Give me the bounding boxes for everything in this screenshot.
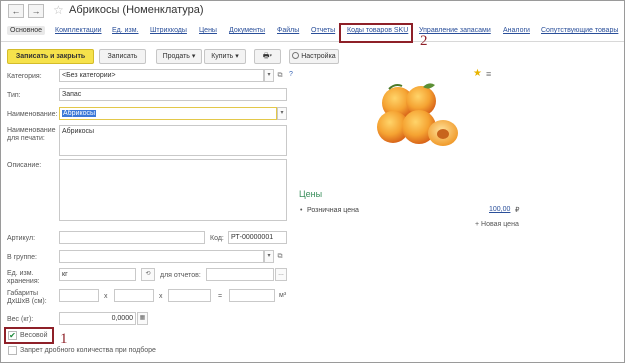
title-bar: ← → ☆ Абрикосы (Номенклатура) (1, 1, 624, 23)
type-field[interactable]: Запас (59, 88, 287, 101)
report-unit-select-button[interactable]: … (275, 268, 287, 281)
chevron-down-icon: ▾ (235, 53, 239, 60)
description-label: Описание: (7, 162, 42, 169)
tab-bar: Основное Комплектации Ед. изм. Штрихкоды… (1, 25, 624, 41)
sell-button[interactable]: Продать ▾ (156, 49, 202, 64)
annotation-number-2: 2 (420, 33, 428, 49)
tab-related-goods[interactable]: Сопутствующие товары (541, 27, 618, 34)
description-field[interactable] (59, 159, 287, 221)
fractional-ban-checkbox[interactable] (8, 346, 17, 355)
window-title: Абрикосы (Номенклатура) (69, 4, 204, 16)
name-dropdown-button[interactable]: ▾ (277, 107, 287, 120)
apricots-image (377, 83, 458, 146)
fractional-ban-label: Запрет дробного количества при подборе (20, 347, 156, 354)
prices-title: Цены (299, 189, 323, 199)
code-field[interactable]: РТ-00000001 (228, 231, 287, 244)
width-field[interactable] (114, 289, 154, 302)
currency-symbol: ₽ (515, 207, 520, 214)
ellipsis-icon: … (278, 271, 284, 277)
sell-label: Продать (162, 53, 190, 60)
star-icon[interactable]: ★ (473, 68, 482, 79)
tab-main[interactable]: Основное (7, 26, 46, 35)
settings-label: Настройка (301, 53, 336, 60)
tab-divider (1, 41, 624, 42)
name-field[interactable]: Абрикосы (59, 107, 277, 120)
tab-barcodes[interactable]: Штрихкоды (150, 27, 187, 34)
group-field[interactable] (59, 250, 264, 263)
annotation-box-1 (4, 327, 54, 344)
help-icon[interactable]: ? (289, 71, 293, 78)
tab-analogs[interactable]: Аналоги (503, 27, 530, 34)
tab-units[interactable]: Ед. изм. (112, 27, 139, 34)
chevron-down-icon: ▾ (267, 72, 271, 78)
length-field[interactable] (59, 289, 99, 302)
tab-files[interactable]: Файлы (277, 27, 299, 34)
window: ← → ☆ Абрикосы (Номенклатура) Основное К… (0, 0, 625, 363)
settings-button[interactable]: Настройка (289, 49, 339, 64)
group-dropdown-button[interactable]: ▾ (264, 250, 274, 263)
retail-price-value-link[interactable]: 100,00 (489, 206, 510, 213)
calculator-icon: ▦ (139, 315, 146, 321)
storage-unit-label: Ед. изм. хранения: (7, 270, 40, 285)
buy-button[interactable]: Купить ▾ (204, 49, 246, 64)
height-field[interactable] (168, 289, 211, 302)
type-label: Тип: (7, 92, 21, 99)
arrow-left-icon: ← (11, 6, 21, 16)
group-label: В группе: (7, 254, 37, 261)
dimensions-separator-1: x (104, 293, 108, 300)
name-value: Абрикосы (62, 110, 97, 117)
history-icon: ⟲ (145, 271, 151, 277)
storage-unit-field[interactable]: кг (59, 268, 136, 281)
weight-label: Вес (кг): (7, 316, 34, 323)
print-button[interactable]: 🖶▾ (254, 49, 281, 64)
report-unit-field[interactable] (206, 268, 274, 281)
report-unit-label: для отчетов: (160, 272, 201, 279)
tab-prices[interactable]: Цены (199, 27, 217, 34)
category-label: Категория: (7, 73, 42, 80)
annotation-number-1: 1 (60, 331, 68, 347)
volume-field[interactable] (229, 289, 275, 302)
retail-price-label: Розничная цена (307, 207, 359, 214)
tab-documents[interactable]: Документы (229, 27, 265, 34)
dimensions-equals: = (218, 293, 223, 300)
print-name-field[interactable]: Абрикосы (59, 125, 287, 156)
tab-reports[interactable]: Отчеты (311, 27, 335, 34)
category-open-link-icon[interactable]: ⧉ (275, 69, 285, 82)
article-label: Артикул: (7, 235, 36, 242)
calculator-button[interactable]: ▦ (137, 312, 148, 325)
buy-label: Купить (211, 53, 234, 60)
chevron-down-icon: ▾ (280, 110, 284, 116)
name-label: Наименование: (7, 111, 58, 118)
save-button[interactable]: Записать (99, 49, 146, 64)
price-bullet: • (300, 207, 303, 214)
tab-kits[interactable]: Комплектации (55, 27, 102, 34)
chevron-down-icon: ▾ (267, 253, 271, 259)
dimensions-separator-2: x (159, 293, 163, 300)
printer-icon: 🖶 (262, 53, 270, 60)
new-price-link[interactable]: + Новая цена (475, 221, 519, 228)
chevron-down-icon: ▾ (269, 53, 273, 60)
weight-field[interactable]: 0,0000 (59, 312, 136, 325)
print-name-label: Наименование для печати: (7, 127, 56, 142)
code-label: Код: (210, 235, 224, 242)
favorite-star-icon[interactable]: ☆ (53, 3, 64, 17)
forward-button[interactable]: → (28, 4, 44, 18)
category-dropdown-button[interactable]: ▾ (264, 69, 274, 82)
annotation-box-2 (339, 23, 413, 43)
history-button[interactable]: ⟲ (141, 268, 155, 281)
volume-unit: м³ (279, 292, 287, 299)
chevron-down-icon: ▾ (191, 53, 196, 60)
gear-icon (292, 52, 300, 59)
arrow-right-icon: → (31, 6, 41, 16)
tab-stock-management[interactable]: Управление запасами (419, 27, 491, 34)
back-button[interactable]: ← (8, 4, 24, 18)
category-field[interactable]: <Без категории> (59, 69, 264, 82)
dimensions-label: Габариты ДхШхВ (см): (7, 290, 47, 305)
article-field[interactable] (59, 231, 205, 244)
save-and-close-button[interactable]: Записать и закрыть (7, 49, 94, 64)
list-menu-icon[interactable]: ≡ (486, 69, 491, 79)
group-open-link-icon[interactable]: ⧉ (275, 250, 285, 263)
